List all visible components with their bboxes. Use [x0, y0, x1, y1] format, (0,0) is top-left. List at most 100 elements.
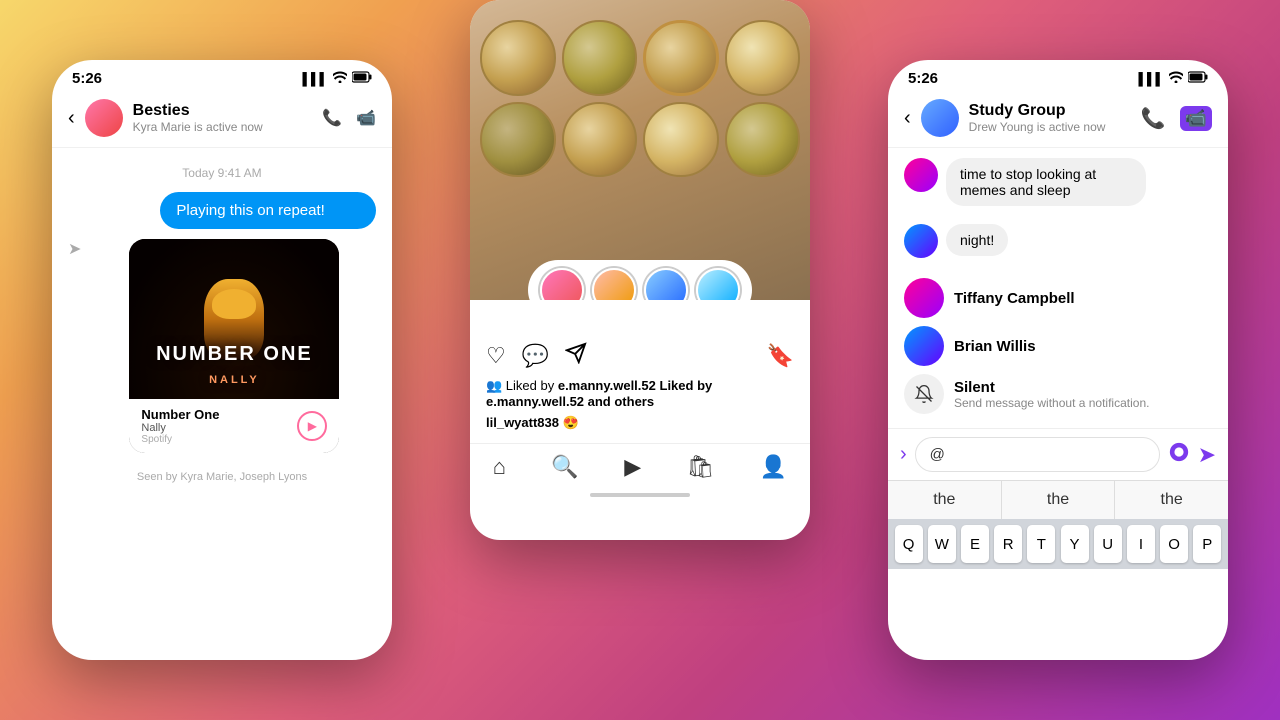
key-Q[interactable]: Q — [895, 525, 923, 563]
caption-emoji: 😍 — [563, 415, 579, 430]
keyboard-suggestions: the the the — [888, 480, 1228, 519]
silent-icon — [904, 374, 944, 414]
right-chat-header: ‹ Study Group Drew Young is active now 📞… — [888, 91, 1228, 148]
right-phone-icon[interactable]: 📞 — [1141, 106, 1166, 131]
story-avatar-3[interactable] — [644, 268, 688, 300]
cheese-4 — [725, 20, 801, 96]
seen-label: Seen by Kyra Marie, Joseph Lyons — [68, 471, 376, 483]
brian-name: Brian Willis — [954, 338, 1036, 355]
chat-header-info: Besties Kyra Marie is active now — [133, 102, 312, 134]
ig-liked: 👥 Liked by e.manny.well.52 Liked by e.ma… — [470, 376, 810, 413]
outgoing-bubble: Playing this on repeat! — [160, 192, 376, 229]
song-artist: Nally — [141, 422, 219, 434]
input-row: › @ ➤ — [888, 428, 1228, 480]
msg-avatar-1 — [904, 158, 938, 192]
right-phone: 5:26 ▌▌▌ ‹ Study Group Drew Young is act… — [888, 60, 1228, 660]
key-E[interactable]: E — [961, 525, 989, 563]
message-bubble-2: night! — [946, 224, 1008, 256]
artist-overlay: NALLY — [209, 374, 260, 386]
share-icon[interactable] — [565, 342, 587, 370]
ig-actions: ♡ 💬 🔖 — [470, 330, 810, 376]
chat-avatar — [85, 99, 123, 137]
nav-profile[interactable]: 👤 — [760, 454, 787, 480]
tiffany-name: Tiffany Campbell — [954, 290, 1075, 307]
key-R[interactable]: R — [994, 525, 1022, 563]
header-actions: 📞 📹 — [322, 108, 376, 128]
key-U[interactable]: U — [1094, 525, 1122, 563]
nav-shop[interactable]: 🛍 — [687, 454, 715, 480]
cheese-7 — [643, 102, 719, 178]
key-T[interactable]: T — [1027, 525, 1055, 563]
suggestion-1[interactable]: the — [888, 481, 1002, 519]
center-phone: ♡ 💬 🔖 👥 Liked by e.manny.well.52 Liked b… — [470, 0, 810, 540]
battery-icon — [352, 71, 372, 86]
silent-title: Silent — [954, 379, 1149, 396]
key-W[interactable]: W — [928, 525, 956, 563]
bookmark-icon[interactable]: 🔖 — [767, 343, 794, 369]
right-chat-header-info: Study Group Drew Young is active now — [969, 102, 1131, 134]
wifi-icon-right — [1169, 71, 1183, 86]
like-icon[interactable]: ♡ — [486, 343, 506, 369]
left-status-icons: ▌▌▌ — [302, 71, 372, 86]
record-icon[interactable] — [1168, 441, 1190, 469]
send-icon-small: ➤ — [68, 239, 81, 259]
group-status: Drew Young is active now — [969, 120, 1131, 134]
nav-reels[interactable]: ▶ — [624, 454, 641, 480]
right-status-icons: ▌▌▌ — [1138, 71, 1208, 86]
group-name: Study Group — [969, 102, 1131, 120]
message-bubble-1: time to stop looking at memes and sleep — [946, 158, 1146, 206]
message-input[interactable]: @ — [915, 437, 1160, 472]
music-art: NUMBER ONENALLY — [129, 239, 339, 399]
song-title: Number One — [141, 407, 219, 422]
cheese-grid — [470, 0, 810, 197]
right-header-actions: 📞 📹 — [1141, 106, 1212, 131]
right-back-button[interactable]: ‹ — [904, 107, 911, 130]
battery-icon-right — [1188, 71, 1208, 86]
chat-name: Besties — [133, 102, 312, 120]
key-P[interactable]: P — [1193, 525, 1221, 563]
story-avatar-4[interactable] — [696, 268, 740, 300]
comment-icon[interactable]: 💬 — [522, 343, 549, 369]
message-list: time to stop looking at memes and sleep … — [888, 148, 1228, 428]
brian-avatar — [904, 326, 944, 366]
story-avatar-1[interactable] — [540, 268, 584, 300]
nav-home[interactable]: ⌂ — [493, 454, 506, 480]
cheese-5 — [480, 102, 556, 178]
story-avatar-2[interactable] — [592, 268, 636, 300]
caption-user: lil_wyatt838 — [486, 415, 559, 430]
left-chat-body: Today 9:41 AM Playing this on repeat! ➤ … — [52, 148, 392, 493]
left-chat-header: ‹ Besties Kyra Marie is active now 📞 📹 — [52, 91, 392, 148]
key-O[interactable]: O — [1160, 525, 1188, 563]
nav-search[interactable]: 🔍 — [551, 454, 578, 480]
liked-user: e.manny.well.52 — [558, 378, 656, 393]
home-indicator — [470, 486, 810, 504]
silent-row: Silent Send message without a notificati… — [904, 370, 1212, 418]
key-I[interactable]: I — [1127, 525, 1155, 563]
send-button[interactable]: ➤ — [1198, 442, 1216, 468]
music-card-info: Number One Nally Spotify ▶ — [129, 399, 339, 453]
cheese-8 — [725, 102, 801, 178]
left-phone: 5:26 ▌▌▌ ‹ Besties Kyra Marie is active … — [52, 60, 392, 660]
suggestion-3[interactable]: the — [1115, 481, 1228, 519]
right-video-icon[interactable]: 📹 — [1180, 106, 1212, 131]
ig-caption: lil_wyatt838 😍 — [470, 413, 810, 437]
expand-icon[interactable]: › — [900, 443, 907, 466]
home-bar — [590, 493, 690, 497]
message-row-1: time to stop looking at memes and sleep — [904, 158, 1212, 214]
signal-icon: ▌▌▌ — [302, 72, 328, 86]
right-time: 5:26 — [908, 70, 938, 87]
contact-tiffany: Tiffany Campbell — [904, 274, 1212, 322]
suggestion-2[interactable]: the — [1002, 481, 1116, 519]
silent-info: Silent Send message without a notificati… — [954, 379, 1149, 410]
left-time: 5:26 — [72, 70, 102, 87]
video-icon[interactable]: 📹 — [356, 108, 376, 128]
back-button[interactable]: ‹ — [68, 107, 75, 130]
song-title-overlay: NUMBER ONENALLY — [129, 343, 339, 389]
phone-icon[interactable]: 📞 — [322, 108, 342, 128]
stories-row — [528, 260, 752, 300]
input-value: @ — [930, 446, 945, 463]
play-button[interactable]: ▶ — [297, 411, 327, 441]
left-status-bar: 5:26 ▌▌▌ — [52, 60, 392, 91]
key-Y[interactable]: Y — [1061, 525, 1089, 563]
msg-avatar-2 — [904, 224, 938, 258]
